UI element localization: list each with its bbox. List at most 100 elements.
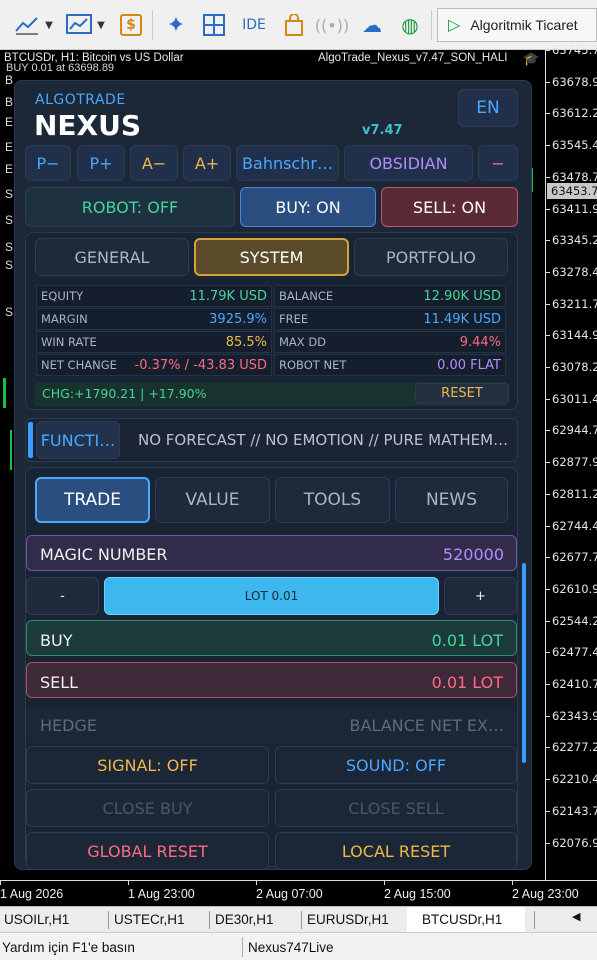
lot-decrease-button[interactable]: - (26, 577, 99, 615)
stat-cell: BALANCE 12.90K USD (274, 285, 506, 307)
stat-label: NET CHANGE (41, 358, 117, 372)
dollar-icon[interactable]: $ (118, 9, 144, 41)
stat-label: FREE (279, 312, 309, 326)
price-tick-label: 62343.9 (546, 709, 597, 723)
price-tick-label: 62143.7 (546, 804, 597, 818)
sound-toggle-button[interactable]: SOUND: OFF (275, 746, 517, 784)
panel-larger-button[interactable]: P+ (77, 145, 125, 181)
expert-advisor-name: AlgoTrade_Nexus_v7.47_SON_HALI (318, 52, 508, 64)
stat-value: 0.00 FLAT (437, 357, 501, 373)
line-chart-icon[interactable] (12, 9, 42, 41)
symbol-tab[interactable]: USTECr,H1 (112, 907, 213, 933)
tab-tools[interactable]: TOOLS (275, 477, 390, 523)
price-tick-label: 62076.9 (546, 836, 597, 850)
price-tick-label: 62410.7 (546, 677, 597, 691)
brand-subtitle: ALGOTRADE (35, 92, 126, 108)
minimize-button[interactable]: − (478, 145, 518, 181)
change-text: CHG:+1790.21 | +17.90% (42, 386, 207, 401)
stat-value: 11.49K USD (423, 311, 501, 327)
price-tick-label: 63211.7 (546, 297, 597, 311)
algo-trading-label: Algoritmik Ticaret (470, 17, 578, 33)
symbol-tab[interactable]: DE30r,H1 (213, 907, 305, 933)
ide-icon[interactable]: IDE (238, 9, 270, 41)
sparkle-icon[interactable]: ✦ (162, 9, 190, 41)
close-buy-button[interactable]: CLOSE BUY (26, 789, 269, 827)
buy-enable-button[interactable]: BUY: ON (240, 187, 376, 227)
language-button[interactable]: EN (458, 89, 518, 127)
stat-label: ROBOT NET (279, 358, 347, 372)
symbol-tab[interactable]: BTCUSDr,H1 (407, 907, 525, 933)
profile-status-text: Nexus747Live (248, 940, 334, 955)
symbol-tab-separator (301, 911, 302, 929)
price-tick-label: 63011.4 (546, 392, 597, 406)
chevron-down-icon[interactable]: ▼ (42, 9, 56, 41)
algo-trading-button[interactable]: ▷ Algoritmik Ticaret (437, 8, 597, 42)
stat-cell: NET CHANGE -0.37% / -43.83 USD (36, 354, 272, 376)
chart-edge-letter: B (5, 95, 14, 109)
tab-portfolio[interactable]: PORTFOLIO (354, 238, 508, 276)
tab-system[interactable]: SYSTEM (194, 238, 349, 276)
symbol-tab[interactable]: USOILr,H1 (2, 907, 112, 933)
symbol-tab-separator (209, 911, 210, 929)
current-price-tag: 63453.7 (547, 183, 597, 199)
price-axis[interactable]: 63745.7 63678.9 63612.2 63545.4 63478.7 63411… (545, 43, 597, 880)
grid-icon[interactable] (200, 9, 228, 41)
price-tick-label: 62277.2 (546, 740, 597, 754)
price-tick-label: 63545.4 (546, 138, 597, 152)
tab-general[interactable]: GENERAL (35, 238, 189, 276)
signal-icon[interactable]: ((•)) (315, 9, 349, 41)
shopping-bag-icon[interactable] (280, 9, 308, 41)
robot-toggle-button[interactable]: ROBOT: OFF (25, 187, 235, 227)
price-tick-label: 63745.7 (546, 43, 597, 57)
tab-trade[interactable]: TRADE (35, 477, 150, 523)
font-select-button[interactable]: Bahnschr… (236, 145, 339, 181)
buy-label: BUY (40, 631, 73, 650)
function-accent-bar (28, 422, 33, 458)
lot-increase-button[interactable]: + (444, 577, 517, 615)
time-tick-label: 1 Aug 2026 (0, 880, 64, 901)
symbol-tabs-bar: USOILr,H1 USTECr,H1 DE30r,H1 EURUSDr,H1 BTCU… (0, 906, 597, 933)
time-tick-label: 2 Aug 23:00 (512, 880, 579, 901)
time-axis[interactable]: 1 Aug 2026 1 Aug 23:00 2 Aug 07:00 2 Aug 15… (0, 880, 597, 906)
font-smaller-button[interactable]: A− (130, 145, 178, 181)
chart-edge-letter: E (5, 115, 14, 129)
global-reset-button[interactable]: GLOBAL RESET (26, 832, 269, 870)
stat-label: WIN RATE (41, 335, 97, 349)
sell-enable-button[interactable]: SELL: ON (381, 187, 518, 227)
toolbar-separator (152, 10, 153, 40)
local-reset-button[interactable]: LOCAL RESET (275, 832, 517, 870)
help-status-text: Yardım için F1'e basın (2, 940, 135, 955)
sell-label: SELL (40, 673, 79, 692)
close-sell-button[interactable]: CLOSE SELL (275, 789, 517, 827)
stat-value: -0.37% / -43.83 USD (134, 357, 267, 373)
tab-news[interactable]: NEWS (395, 477, 508, 523)
stat-value: 3925.9% (209, 311, 267, 327)
stat-cell: MAX DD 9.44% (274, 331, 506, 353)
hedge-value: BALANCE NET EX… (349, 716, 505, 735)
tabs-scroll-left-icon[interactable]: ◀ (572, 910, 580, 923)
font-larger-button[interactable]: A+ (183, 145, 231, 181)
candle-fragment (3, 378, 6, 408)
cloud-icon[interactable]: ☁ (358, 9, 386, 41)
tab-value[interactable]: VALUE (155, 477, 270, 523)
price-tick-label: 63278.4 (546, 265, 597, 279)
panel-scrollbar[interactable] (522, 563, 526, 763)
theme-button[interactable]: OBSIDIAN (344, 145, 473, 181)
reset-button[interactable]: RESET (415, 383, 509, 404)
stat-label: EQUITY (41, 289, 84, 303)
function-button[interactable]: FUNCTI… (36, 421, 120, 459)
chart-template-icon[interactable] (64, 9, 94, 41)
price-tick-label: 62477.4 (546, 645, 597, 659)
lot-size-button[interactable]: LOT 0.01 (104, 577, 439, 615)
price-tick-label: 62811.2 (546, 487, 597, 501)
chevron-down-icon[interactable]: ▼ (94, 9, 108, 41)
signal-toggle-button[interactable]: SIGNAL: OFF (26, 746, 269, 784)
buy-order-line-label: BUY 0.01 at 63698.89 (6, 62, 115, 74)
symbol-tab[interactable]: EURUSDr,H1 (305, 907, 420, 933)
chart-edge-letter: S (5, 258, 14, 272)
vps-icon[interactable]: ◍ (396, 9, 424, 41)
version-label: v7.47 (362, 123, 403, 138)
toolbar-separator (431, 10, 432, 40)
stat-value: 11.79K USD (189, 288, 267, 304)
panel-smaller-button[interactable]: P− (25, 145, 71, 181)
